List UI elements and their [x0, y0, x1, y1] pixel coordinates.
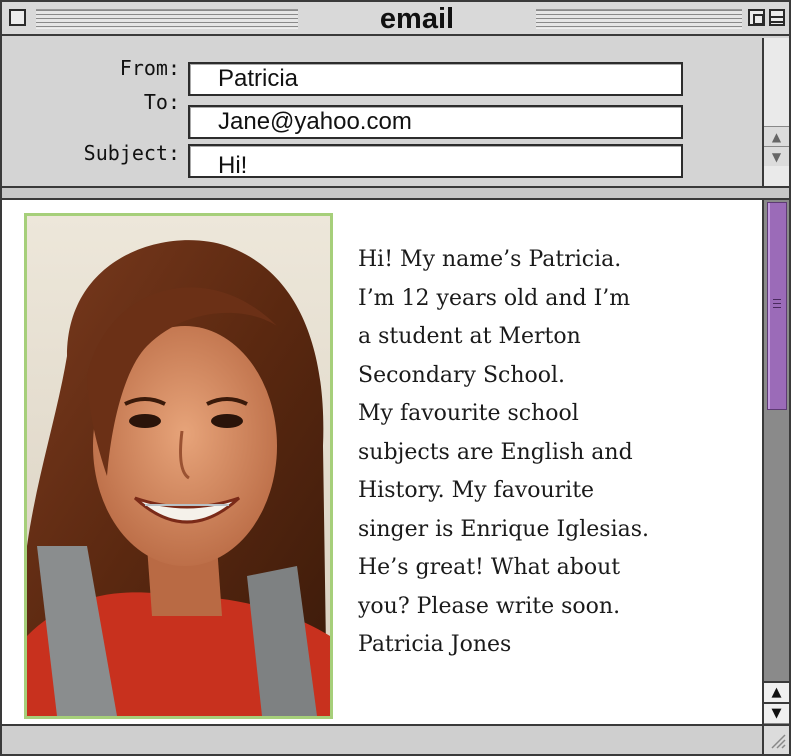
to-field[interactable]: Jane@yahoo.com [188, 105, 683, 139]
status-bar [2, 724, 789, 754]
title-bar-stripes [36, 9, 298, 29]
subject-label: Subject: [83, 141, 180, 165]
close-box-icon[interactable] [9, 9, 26, 26]
collapse-box-icon[interactable] [769, 9, 785, 26]
up-arrow-icon[interactable]: ▲ [764, 126, 789, 146]
pane-divider[interactable] [2, 186, 789, 200]
photo-of-girl [24, 213, 333, 719]
down-arrow-icon[interactable]: ▼ [764, 702, 789, 723]
subject-field[interactable]: Hi! [188, 144, 683, 179]
message-text[interactable]: Hi! My name’s Patricia. I’m 12 years old… [358, 241, 753, 665]
message-line: a student at Merton [358, 324, 581, 349]
from-label: From: [119, 56, 180, 80]
header-scrollbar[interactable]: ▲ ▼ [762, 38, 789, 186]
message-line: I’m 12 years old and I’m [358, 285, 631, 311]
zoom-box-icon[interactable] [748, 9, 765, 26]
portrait-illustration [27, 216, 330, 716]
message-line: Hi! My name’s Patricia. [358, 247, 622, 272]
message-line: Secondary School. [358, 362, 566, 388]
message-line: History. My favourite [358, 478, 595, 503]
message-line: He’s great! What about [358, 555, 621, 580]
message-line: singer is Enrique Iglesias. [358, 516, 650, 542]
message-line: you? Please write soon. [358, 593, 621, 619]
email-window: email From: Patricia To: Jane@yahoo.com … [0, 0, 791, 756]
message-line: Patricia Jones [358, 632, 512, 657]
title-bar-stripes [536, 9, 742, 29]
window-title: email [379, 3, 455, 35]
scroll-thumb[interactable] [767, 202, 787, 410]
down-arrow-icon[interactable]: ▼ [764, 146, 789, 166]
resize-grip-icon[interactable] [762, 726, 789, 754]
to-label: To: [143, 90, 180, 114]
up-arrow-icon[interactable]: ▲ [764, 681, 789, 702]
title-bar[interactable]: email [2, 2, 789, 36]
grip-icon [773, 299, 781, 308]
message-line: My favourite school [358, 401, 579, 426]
from-field[interactable]: Patricia [188, 62, 683, 96]
message-body: Hi! My name’s Patricia. I’m 12 years old… [2, 200, 762, 724]
message-line: subjects are English and [358, 439, 633, 465]
message-scrollbar[interactable]: ▲ ▼ [762, 200, 789, 724]
email-header: From: Patricia To: Jane@yahoo.com Subjec… [2, 38, 762, 186]
